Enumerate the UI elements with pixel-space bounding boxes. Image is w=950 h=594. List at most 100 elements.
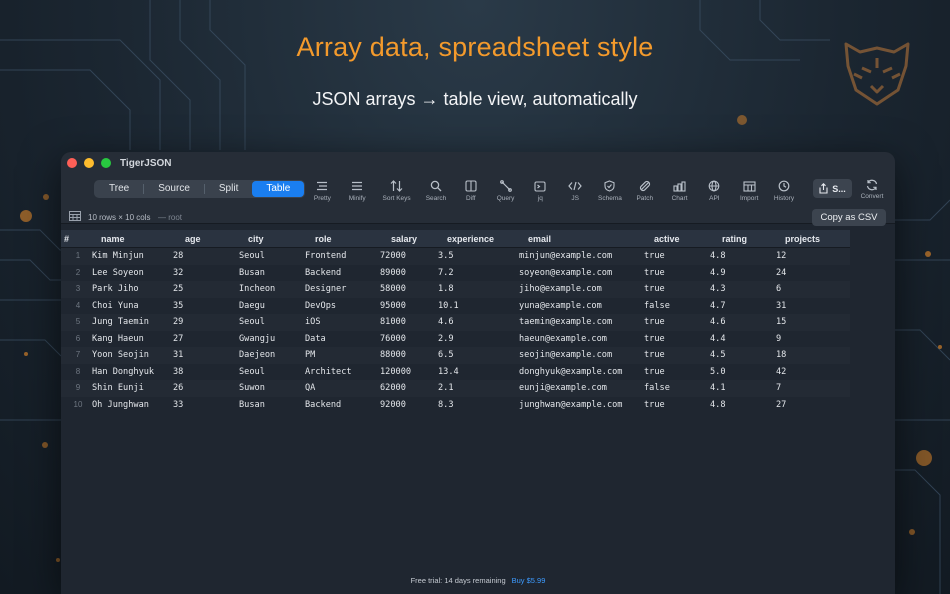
- cell-age[interactable]: 26: [173, 380, 239, 397]
- cell-salary[interactable]: 72000: [380, 248, 438, 265]
- diff-button[interactable]: Diff: [453, 179, 488, 202]
- cell-experience[interactable]: 3.5: [438, 248, 519, 265]
- cell-email[interactable]: eunji@example.com: [519, 380, 644, 397]
- cell-role[interactable]: Designer: [305, 281, 380, 298]
- minify-button[interactable]: Minify: [340, 179, 375, 202]
- cell-city[interactable]: Gwangju: [239, 331, 305, 348]
- cell-experience[interactable]: 1.8: [438, 281, 519, 298]
- cell-name[interactable]: Jung Taemin: [92, 314, 173, 331]
- search-button[interactable]: Search: [419, 179, 454, 202]
- cell-city[interactable]: Incheon: [239, 281, 305, 298]
- column-header-role[interactable]: role: [305, 230, 380, 247]
- table-row[interactable]: 1 Kim Minjun 28 Seoul Frontend 72000 3.5 minjun…: [61, 248, 850, 265]
- cell-name[interactable]: Yoon Seojin: [92, 347, 173, 364]
- table-row[interactable]: 8 Han Donghyuk 38 Seoul Architect 120000 13.4 d…: [61, 363, 850, 381]
- cell-experience[interactable]: 2.1: [438, 380, 519, 397]
- schema-button[interactable]: Schema: [593, 179, 628, 202]
- buy-link[interactable]: Buy $5.99: [512, 576, 546, 585]
- cell-projects[interactable]: 6: [776, 281, 850, 298]
- column-header-active[interactable]: active: [644, 230, 710, 247]
- cell-role[interactable]: DevOps: [305, 298, 380, 315]
- cell-projects[interactable]: 7: [776, 380, 850, 397]
- cell-city[interactable]: Suwon: [239, 380, 305, 397]
- cell-city[interactable]: Seoul: [239, 314, 305, 331]
- history-button[interactable]: History: [767, 179, 802, 202]
- cell-active[interactable]: false: [644, 298, 710, 315]
- cell-email[interactable]: yuna@example.com: [519, 298, 644, 315]
- cell-city[interactable]: Daegu: [239, 298, 305, 315]
- table-row[interactable]: 9 Shin Eunji 26 Suwon QA 62000 2.1 eunji@exampl…: [61, 380, 850, 397]
- column-header-age[interactable]: age: [173, 230, 239, 247]
- cell-active[interactable]: true: [644, 364, 710, 381]
- column-header-email[interactable]: email: [519, 230, 644, 247]
- cell-salary[interactable]: 88000: [380, 347, 438, 364]
- cell-rating[interactable]: 4.6: [710, 314, 776, 331]
- column-header-experience[interactable]: experience: [438, 230, 519, 247]
- cell-salary[interactable]: 92000: [380, 397, 438, 414]
- cell-email[interactable]: donghyuk@example.com: [519, 364, 644, 381]
- minimize-window-button[interactable]: [84, 158, 94, 168]
- cell-rating[interactable]: 4.1: [710, 380, 776, 397]
- cell-name[interactable]: Shin Eunji: [92, 380, 173, 397]
- cell-experience[interactable]: 7.2: [438, 265, 519, 282]
- copy-as-csv-button[interactable]: Copy as CSV: [812, 209, 886, 226]
- cell-active[interactable]: true: [644, 265, 710, 282]
- cell-projects[interactable]: 12: [776, 248, 850, 265]
- cell-city[interactable]: Seoul: [239, 364, 305, 381]
- cell-role[interactable]: PM: [305, 347, 380, 364]
- cell-name[interactable]: Oh Junghwan: [92, 397, 173, 414]
- cell-projects[interactable]: 9: [776, 331, 850, 348]
- cell-projects[interactable]: 15: [776, 314, 850, 331]
- column-header-projects[interactable]: projects: [776, 230, 850, 247]
- cell-rating[interactable]: 4.5: [710, 347, 776, 364]
- view-mode-split[interactable]: Split: [205, 181, 252, 197]
- cell-name[interactable]: Kang Haeun: [92, 331, 173, 348]
- cell-salary[interactable]: 58000: [380, 281, 438, 298]
- cell-age[interactable]: 25: [173, 281, 239, 298]
- cell-salary[interactable]: 81000: [380, 314, 438, 331]
- js-button[interactable]: JS: [558, 179, 593, 202]
- cell-city[interactable]: Seoul: [239, 248, 305, 265]
- table-row[interactable]: 2 Lee Soyeon 32 Busan Backend 89000 7.2 soyeon@…: [61, 264, 850, 282]
- cell-email[interactable]: junghwan@example.com: [519, 397, 644, 414]
- view-mode-table[interactable]: Table: [252, 181, 305, 197]
- cell-city[interactable]: Busan: [239, 265, 305, 282]
- cell-age[interactable]: 28: [173, 248, 239, 265]
- patch-button[interactable]: Patch: [627, 179, 662, 202]
- cell-rating[interactable]: 5.0: [710, 364, 776, 381]
- cell-salary[interactable]: 120000: [380, 364, 438, 381]
- sort-keys-button[interactable]: Sort Keys: [375, 179, 419, 202]
- table-row[interactable]: 10 Oh Junghwan 33 Busan Backend 92000 8.3 jungh…: [61, 396, 850, 414]
- api-button[interactable]: API: [697, 179, 732, 202]
- cell-role[interactable]: Frontend: [305, 248, 380, 265]
- view-mode-source[interactable]: Source: [144, 181, 204, 197]
- cell-age[interactable]: 38: [173, 364, 239, 381]
- cell-experience[interactable]: 10.1: [438, 298, 519, 315]
- table-row[interactable]: 4 Choi Yuna 35 Daegu DevOps 95000 10.1 yuna@exa…: [61, 297, 850, 315]
- cell-salary[interactable]: 76000: [380, 331, 438, 348]
- column-header-salary[interactable]: salary: [380, 230, 438, 247]
- cell-name[interactable]: Choi Yuna: [92, 298, 173, 315]
- cell-active[interactable]: true: [644, 331, 710, 348]
- cell-email[interactable]: haeun@example.com: [519, 331, 644, 348]
- view-mode-tree[interactable]: Tree: [95, 181, 143, 197]
- cell-rating[interactable]: 4.7: [710, 298, 776, 315]
- cell-salary[interactable]: 95000: [380, 298, 438, 315]
- cell-active[interactable]: false: [644, 380, 710, 397]
- cell-role[interactable]: Backend: [305, 397, 380, 414]
- cell-active[interactable]: true: [644, 281, 710, 298]
- cell-age[interactable]: 27: [173, 331, 239, 348]
- cell-email[interactable]: taemin@example.com: [519, 314, 644, 331]
- cell-active[interactable]: true: [644, 347, 710, 364]
- cell-age[interactable]: 31: [173, 347, 239, 364]
- cell-role[interactable]: QA: [305, 380, 380, 397]
- column-header-rating[interactable]: rating: [710, 230, 776, 247]
- pretty-button[interactable]: Pretty: [305, 179, 340, 202]
- share-button[interactable]: S...: [813, 179, 852, 198]
- cell-salary[interactable]: 62000: [380, 380, 438, 397]
- cell-email[interactable]: seojin@example.com: [519, 347, 644, 364]
- cell-salary[interactable]: 89000: [380, 265, 438, 282]
- table-row[interactable]: 3 Park Jiho 25 Incheon Designer 58000 1.8 jiho@…: [61, 281, 850, 298]
- cell-experience[interactable]: 6.5: [438, 347, 519, 364]
- cell-role[interactable]: iOS: [305, 314, 380, 331]
